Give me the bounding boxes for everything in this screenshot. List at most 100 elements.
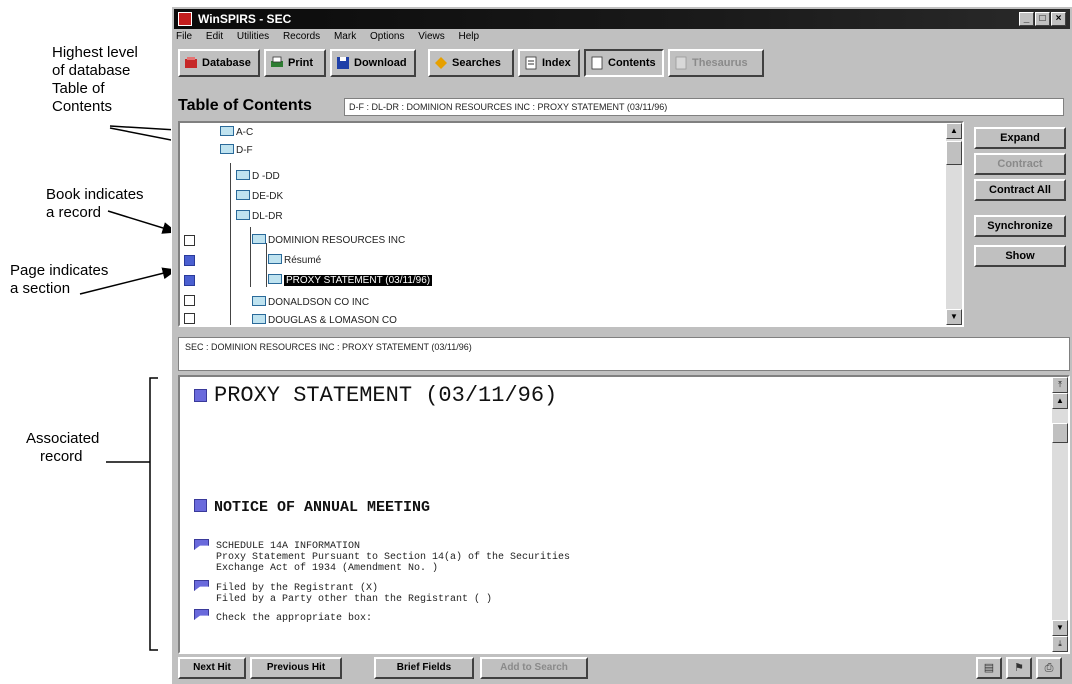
- menu-edit[interactable]: Edit: [206, 31, 223, 42]
- window-title: WinSPIRS - SEC: [198, 12, 292, 26]
- disk-icon: [337, 57, 349, 69]
- download-button[interactable]: Download: [330, 49, 416, 77]
- menu-file[interactable]: File: [176, 31, 192, 42]
- tree-node-donaldson[interactable]: DONALDSON CO INC: [252, 295, 369, 311]
- close-button[interactable]: ×: [1051, 12, 1066, 26]
- folder-open-icon: [236, 210, 250, 220]
- menu-utilities[interactable]: Utilities: [237, 31, 269, 42]
- menu-help[interactable]: Help: [459, 31, 480, 42]
- tree-line: [230, 163, 231, 325]
- tree-node-resume[interactable]: Résumé: [268, 253, 321, 269]
- tree-node-ac[interactable]: A-C: [220, 125, 253, 141]
- synchronize-button[interactable]: Synchronize: [974, 215, 1066, 237]
- contract-button[interactable]: Contract: [974, 153, 1066, 175]
- folder-icon: [220, 126, 234, 136]
- folder-icon: [236, 190, 250, 200]
- previous-hit-button[interactable]: Previous Hit: [250, 657, 342, 679]
- layout-icon[interactable]: ▤: [976, 657, 1002, 679]
- thesaurus-icon: [675, 56, 687, 70]
- index-icon: [525, 56, 537, 70]
- book-mark-icon[interactable]: [184, 235, 195, 246]
- section-icon: [194, 389, 207, 402]
- folder-open-icon: [220, 144, 234, 154]
- tree-scrollbar[interactable]: ▲ ▼: [946, 123, 962, 325]
- database-label: Database: [202, 57, 251, 69]
- toc-tree[interactable]: A-C D-F D -DD DE-DK DL-DR DOMINION RESOU…: [178, 121, 964, 327]
- index-label: Index: [542, 57, 571, 69]
- toc-path-field[interactable]: D-F : DL-DR : DOMINION RESOURCES INC : P…: [344, 98, 1064, 116]
- mark-icon[interactable]: ⚑: [1006, 657, 1032, 679]
- folder-icon: [252, 296, 266, 306]
- scroll-up-icon[interactable]: ▲: [1052, 393, 1068, 409]
- searches-icon: [435, 57, 447, 69]
- database-button[interactable]: Database: [178, 49, 260, 77]
- app-icon: [178, 12, 192, 26]
- tree-node-dominion[interactable]: DOMINION RESOURCES INC: [252, 233, 405, 249]
- thesaurus-button[interactable]: Thesaurus: [668, 49, 764, 77]
- contents-icon: [591, 56, 603, 70]
- thesaurus-label: Thesaurus: [692, 57, 748, 69]
- menu-records[interactable]: Records: [283, 31, 320, 42]
- menu-mark[interactable]: Mark: [334, 31, 356, 42]
- folder-icon: [252, 314, 266, 324]
- section-icon: [194, 499, 207, 512]
- scroll-bottom-icon[interactable]: ⤓: [1052, 636, 1068, 652]
- tree-label: DOMINION RESOURCES INC: [268, 235, 406, 246]
- page-node-icon: [268, 274, 282, 284]
- tree-node-d-dd[interactable]: D -DD: [236, 169, 280, 185]
- tree-node-proxy-statement[interactable]: PROXY STATEMENT (03/11/96): [268, 273, 433, 289]
- tree-line: [266, 243, 267, 287]
- brief-fields-button[interactable]: Brief Fields: [374, 657, 474, 679]
- scroll-thumb[interactable]: [946, 141, 962, 165]
- tree-node-de-dk[interactable]: DE-DK: [236, 189, 283, 205]
- index-button[interactable]: Index: [518, 49, 580, 77]
- tree-label: D -DD: [252, 171, 280, 182]
- book-mark-icon[interactable]: [184, 313, 195, 324]
- scroll-up-icon[interactable]: ▲: [946, 123, 962, 139]
- paragraph-icon: [194, 539, 209, 550]
- tree-label: PROXY STATEMENT (03/11/96): [284, 275, 433, 286]
- add-to-search-button[interactable]: Add to Search: [480, 657, 588, 679]
- arrow-to-page: [79, 267, 178, 295]
- next-hit-button[interactable]: Next Hit: [178, 657, 246, 679]
- print-icon[interactable]: ⎙: [1036, 657, 1062, 679]
- tree-node-df[interactable]: D-F: [220, 143, 253, 159]
- print-icon: [271, 56, 283, 67]
- record-heading: PROXY STATEMENT (03/11/96): [214, 383, 558, 408]
- contract-all-button[interactable]: Contract All: [974, 179, 1066, 201]
- record-subheading: NOTICE OF ANNUAL MEETING: [214, 499, 431, 516]
- scroll-top-icon[interactable]: ⤒: [1052, 377, 1068, 393]
- database-icon: [185, 57, 197, 68]
- tree-node-douglas[interactable]: DOUGLAS & LOMASON CO: [252, 313, 397, 325]
- scroll-down-icon[interactable]: ▼: [1052, 620, 1068, 636]
- scroll-thumb[interactable]: [1052, 423, 1068, 443]
- expand-button[interactable]: Expand: [974, 127, 1066, 149]
- tree-label: Résumé: [284, 255, 322, 266]
- searches-label: Searches: [452, 57, 501, 69]
- contents-button[interactable]: Contents: [584, 49, 664, 77]
- record-viewer[interactable]: PROXY STATEMENT (03/11/96) NOTICE OF ANN…: [178, 375, 1070, 654]
- menu-options[interactable]: Options: [370, 31, 404, 42]
- record-line: Proxy Statement Pursuant to Section 14(a…: [216, 552, 571, 563]
- scroll-down-icon[interactable]: ▼: [946, 309, 962, 325]
- arrow-to-book: [107, 210, 178, 234]
- minimize-button[interactable]: _: [1019, 12, 1034, 26]
- page-mark-icon[interactable]: [184, 255, 195, 266]
- record-scrollbar[interactable]: ⤒ ▲ ▼ ⤓: [1052, 377, 1068, 652]
- record-line: Filed by the Registrant (X): [216, 583, 379, 594]
- searches-button[interactable]: Searches: [428, 49, 514, 77]
- page-mark-icon[interactable]: [184, 275, 195, 286]
- tree-label: DE-DK: [252, 191, 284, 202]
- tree-node-dl-dr[interactable]: DL-DR: [236, 209, 283, 225]
- winspirs-window: WinSPIRS - SEC _ □ × File Edit Utilities…: [171, 6, 1072, 684]
- print-button[interactable]: Print: [264, 49, 326, 77]
- paragraph-icon: [194, 580, 209, 591]
- maximize-button[interactable]: □: [1035, 12, 1050, 26]
- toc-title: Table of Contents: [178, 97, 312, 114]
- folder-icon: [236, 170, 250, 180]
- record-line: Filed by a Party other than the Registra…: [216, 594, 493, 605]
- record-line: Exchange Act of 1934 (Amendment No. ): [216, 563, 439, 574]
- show-button[interactable]: Show: [974, 245, 1066, 267]
- menu-views[interactable]: Views: [418, 31, 445, 42]
- book-mark-icon[interactable]: [184, 295, 195, 306]
